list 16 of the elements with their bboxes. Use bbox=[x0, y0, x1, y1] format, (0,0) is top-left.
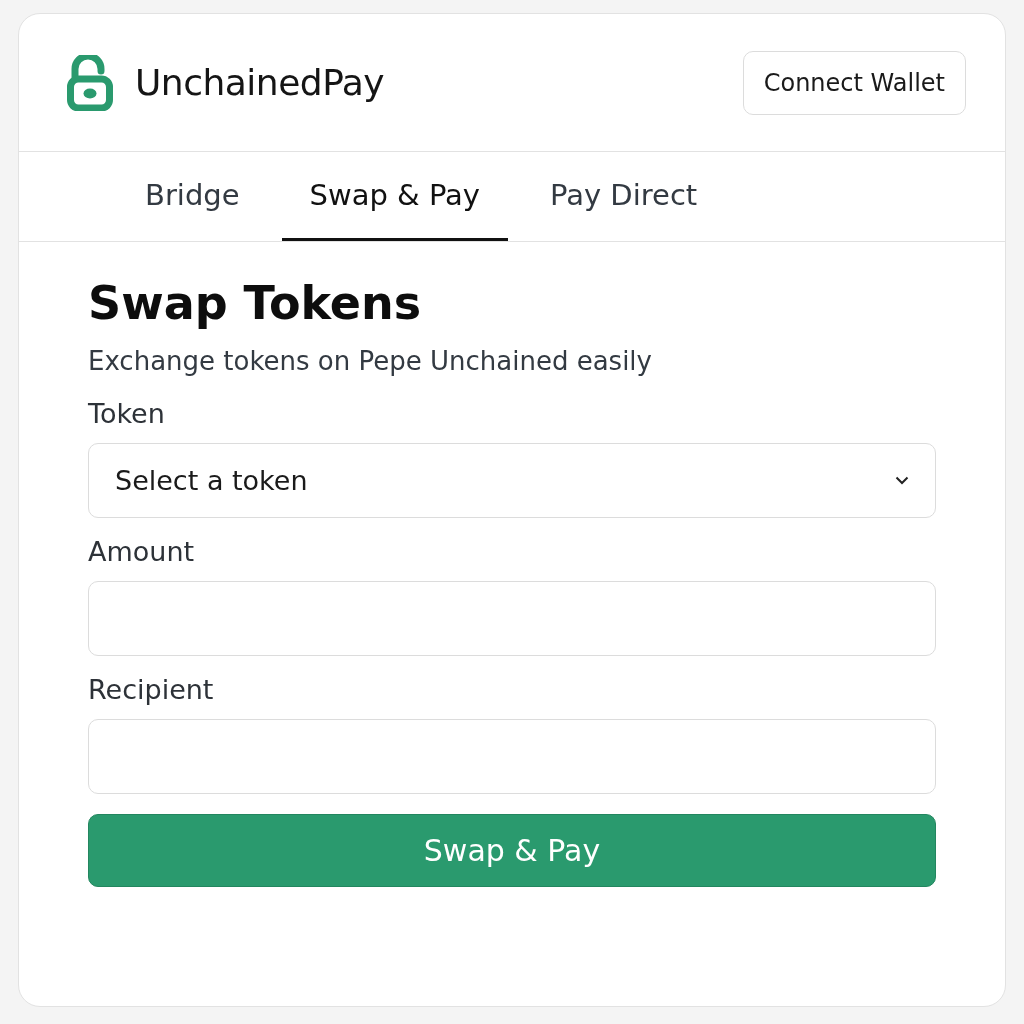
connect-wallet-button[interactable]: Connect Wallet bbox=[742, 50, 966, 115]
panel-title: Swap Tokens bbox=[88, 276, 423, 330]
field-label: Token bbox=[88, 398, 166, 429]
input-field[interactable] bbox=[88, 581, 936, 656]
input-field[interactable] bbox=[88, 719, 936, 794]
field-label: Recipient bbox=[88, 674, 215, 705]
tab[interactable]: Pay Direct bbox=[522, 152, 726, 241]
chevron-down-icon bbox=[895, 476, 909, 485]
field-label: Amount bbox=[88, 536, 196, 567]
padlock-icon bbox=[67, 54, 113, 111]
tab[interactable]: Swap & Pay bbox=[281, 152, 509, 241]
brand-name: UnchainedPay bbox=[135, 62, 385, 103]
swap-pay-button[interactable]: Swap & Pay bbox=[88, 814, 936, 887]
token-dropdown[interactable]: Select a token bbox=[88, 443, 936, 518]
tab[interactable]: Bridge bbox=[117, 152, 268, 241]
panel-subtitle: Exchange tokens on Pepe Unchained easily bbox=[88, 346, 653, 376]
